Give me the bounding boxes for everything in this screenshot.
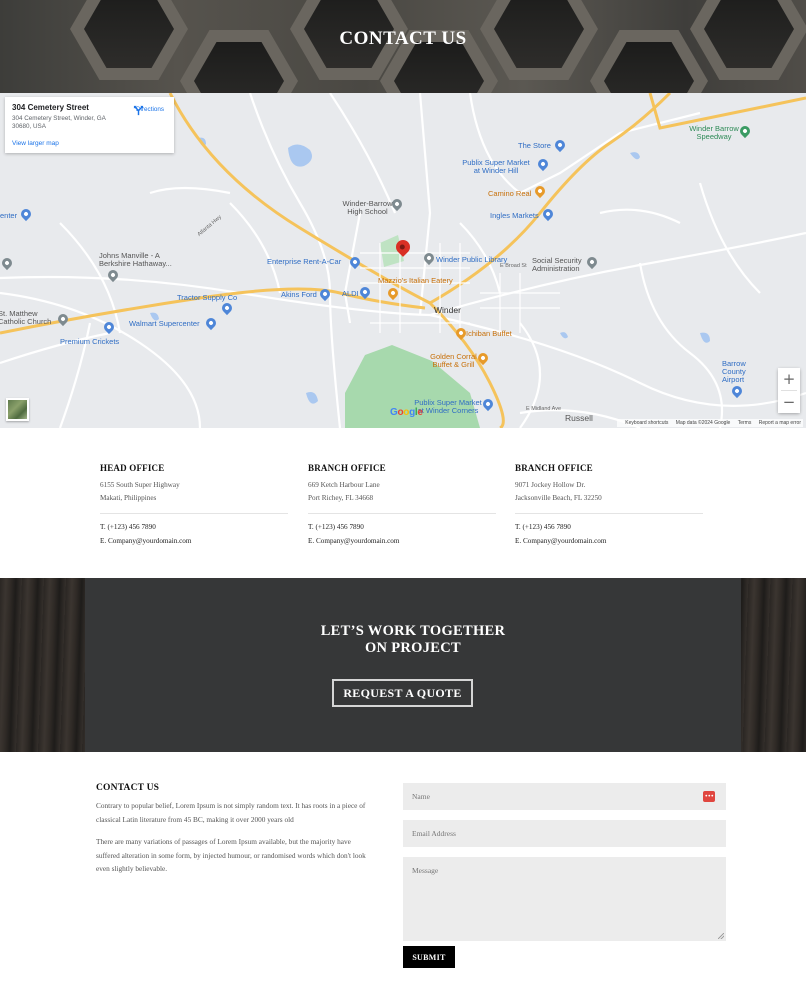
cta-panel: LET’S WORK TOGETHER ON PROJECT REQUEST A… bbox=[85, 578, 741, 752]
zoom-controls: + − bbox=[778, 368, 800, 413]
name-field[interactable]: Name ••• bbox=[403, 783, 726, 810]
office-divider bbox=[308, 513, 496, 514]
contact-form: Name ••• Email Address Message SUBMIT bbox=[403, 783, 726, 968]
email-field[interactable]: Email Address bbox=[403, 820, 726, 847]
map-label-high-school[interactable]: Winder-Barrow High School bbox=[340, 200, 395, 216]
satellite-toggle[interactable] bbox=[6, 398, 29, 421]
map-label-tractor-supply[interactable]: Tractor Supply Co bbox=[177, 293, 237, 302]
pond bbox=[560, 332, 568, 339]
office-card: HEAD OFFICE 6155 South Super Highway Mak… bbox=[100, 463, 290, 548]
cta-title-line: LET’S WORK TOGETHER bbox=[320, 623, 506, 639]
office-address-line: 6155 South Super Highway bbox=[100, 481, 180, 489]
lake bbox=[288, 144, 312, 167]
office-phone: T. (+123) 456 7890 bbox=[515, 523, 571, 531]
map-label-akins-ford[interactable]: Akins Ford bbox=[281, 290, 317, 299]
map-label-library[interactable]: Winder Public Library bbox=[436, 255, 507, 264]
view-larger-map-link[interactable]: View larger map bbox=[12, 140, 59, 147]
email-placeholder: Email Address bbox=[412, 829, 456, 838]
submit-button[interactable]: SUBMIT bbox=[403, 946, 455, 968]
road-label: E Midland Ave bbox=[526, 406, 562, 412]
message-field[interactable]: Message bbox=[403, 857, 726, 941]
google-logo: Google bbox=[390, 407, 423, 418]
map-label-walmart[interactable]: Walmart Supercenter bbox=[129, 319, 200, 328]
office-address-line: Jacksonville Beach, FL 32250 bbox=[515, 494, 602, 502]
map-label-ingles[interactable]: Ingles Markets bbox=[490, 211, 539, 220]
zoom-out-button[interactable]: − bbox=[778, 391, 800, 413]
office-address-line: 669 Ketch Harbour Lane bbox=[308, 481, 380, 489]
map-label-center[interactable]: enter bbox=[0, 211, 17, 220]
map-label-winder-town: Winder bbox=[434, 305, 461, 315]
map-label-aldi[interactable]: ALDI bbox=[342, 289, 359, 298]
map-label-ichiban[interactable]: Ichiban Buffet bbox=[466, 329, 512, 338]
zoom-in-button[interactable]: + bbox=[778, 368, 800, 390]
pond bbox=[306, 392, 318, 404]
map-label-st-matthew[interactable]: St. Matthew Catholic Church bbox=[0, 310, 58, 326]
keyboard-shortcuts-link[interactable]: Keyboard shortcuts bbox=[625, 420, 668, 426]
contact-info: CONTACT US Contrary to popular belief, L… bbox=[96, 783, 366, 876]
map-label-russell: Russell bbox=[565, 413, 593, 423]
map-label-barrow-airport[interactable]: Barrow County Airport bbox=[722, 360, 752, 384]
terms-link[interactable]: Terms bbox=[738, 420, 752, 426]
report-error-link[interactable]: Report a map error bbox=[759, 420, 801, 426]
office-email[interactable]: E. Company@yourdomain.com bbox=[308, 534, 498, 548]
office-card: BRANCH OFFICE 669 Ketch Harbour Lane Por… bbox=[308, 463, 498, 548]
office-phone: T. (+123) 456 7890 bbox=[100, 523, 156, 531]
map-place-address: 304 Cemetery Street, Winder, GA 30680, U… bbox=[12, 115, 106, 130]
map-label-johns-manville[interactable]: Johns Manville - A Berkshire Hathaway... bbox=[99, 252, 184, 268]
office-address-line: Port Richey, FL 34668 bbox=[308, 494, 374, 502]
office-title: BRANCH OFFICE bbox=[515, 463, 593, 473]
office-title: BRANCH OFFICE bbox=[308, 463, 386, 473]
office-divider bbox=[515, 513, 703, 514]
map-label-enterprise[interactable]: Enterprise Rent-A-Car bbox=[267, 257, 341, 266]
map-label-publix-winder-corners[interactable]: Publix Super Market at Winder Corners bbox=[413, 399, 483, 415]
contact-paragraph: Contrary to popular belief, Lorem Ipsum … bbox=[96, 801, 366, 824]
map-attribution: Keyboard shortcuts Map data ©2024 Google… bbox=[617, 419, 803, 427]
map-info-card: 304 Cemetery Street 304 Cemetery Street,… bbox=[5, 97, 174, 153]
map-label-premium-crickets[interactable]: Premium Crickets bbox=[60, 337, 119, 346]
cta-title: LET’S WORK TOGETHER ON PROJECT bbox=[85, 623, 741, 657]
directions-icon bbox=[133, 105, 144, 116]
map-label-golden-corral[interactable]: Golden Corral Buffet & Grill bbox=[426, 353, 481, 369]
office-address-line: Makati, Philippines bbox=[100, 494, 157, 502]
office-card: BRANCH OFFICE 9071 Jockey Hollow Dr. Jac… bbox=[515, 463, 705, 548]
name-placeholder: Name bbox=[412, 792, 430, 801]
message-placeholder: Message bbox=[412, 866, 439, 875]
offices-section: HEAD OFFICE 6155 South Super Highway Mak… bbox=[100, 463, 720, 553]
map-label-speedway[interactable]: Winder Barrow Speedway bbox=[684, 125, 744, 141]
pond bbox=[630, 152, 640, 160]
page-title: CONTACT US bbox=[339, 28, 467, 49]
cta-section: LET’S WORK TOGETHER ON PROJECT REQUEST A… bbox=[0, 578, 806, 752]
office-email[interactable]: E. Company@yourdomain.com bbox=[515, 534, 705, 548]
office-divider bbox=[100, 513, 288, 514]
office-email[interactable]: E. Company@yourdomain.com bbox=[100, 534, 290, 548]
request-quote-button[interactable]: REQUEST A QUOTE bbox=[332, 679, 473, 707]
directions-button[interactable]: Directions bbox=[133, 105, 167, 116]
map-label-mazzios[interactable]: Mazzio's Italian Eatery bbox=[378, 276, 453, 285]
hero-banner: CONTACT US bbox=[0, 0, 806, 93]
google-map[interactable]: The Store Publix Super Market at Winder … bbox=[0, 93, 806, 428]
map-label-publix-winder-hill[interactable]: Publix Super Market at Winder Hill bbox=[461, 159, 531, 175]
office-phone: T. (+123) 456 7890 bbox=[308, 523, 364, 531]
contact-title: CONTACT US bbox=[96, 783, 160, 793]
cta-title-line: ON PROJECT bbox=[364, 640, 462, 656]
map-label-the-store[interactable]: The Store bbox=[518, 141, 551, 150]
password-manager-icon[interactable]: ••• bbox=[703, 791, 715, 802]
map-data-text: Map data ©2024 Google bbox=[675, 420, 731, 426]
map-label-social-security[interactable]: Social Security Administration bbox=[532, 257, 594, 273]
map-label-camino-real[interactable]: Camino Real bbox=[488, 189, 531, 198]
contact-paragraph: There are many variations of passages of… bbox=[96, 837, 366, 873]
office-title: HEAD OFFICE bbox=[100, 463, 165, 473]
office-address-line: 9071 Jockey Hollow Dr. bbox=[515, 481, 586, 489]
resize-handle-icon[interactable] bbox=[718, 933, 724, 939]
pond bbox=[700, 332, 710, 343]
road-label: E Broad St bbox=[500, 263, 527, 269]
